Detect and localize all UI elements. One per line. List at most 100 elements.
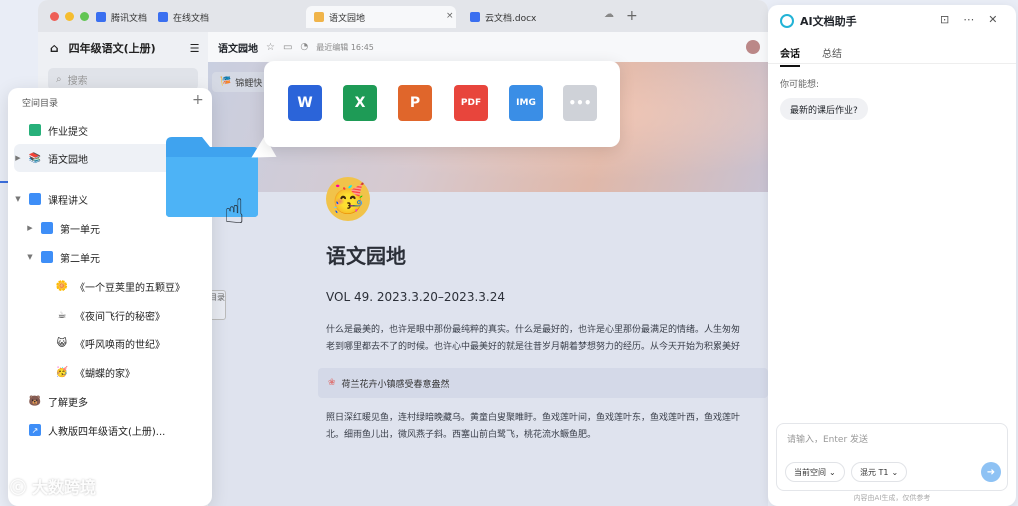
ai-input-box[interactable]: 请输入，Enter 发送 当前空间 ⌄ 混元 T1 ⌄ ➜	[776, 423, 1008, 491]
tab-label: 云文档.docx	[485, 13, 537, 24]
dir-item-label: 《一个豆荚里的五颗豆》	[75, 282, 185, 294]
directory-header: 空间目录	[22, 99, 59, 109]
dir-item-lesson-3[interactable]: 😺 《呼风唤雨的世纪》	[56, 329, 206, 357]
model-select[interactable]: 混元 T1 ⌄	[851, 462, 908, 482]
dir-item-lesson-2[interactable]: ☕ 《夜间飞行的秘密》	[56, 301, 206, 329]
flower-icon: ❀	[328, 378, 336, 388]
dir-item-lesson-1[interactable]: 🌼 《一个豆荚里的五颗豆》	[56, 272, 206, 300]
ai-header: AI文档助手	[780, 13, 857, 29]
link-icon: ↗	[29, 424, 41, 436]
new-chat-icon[interactable]: ⊡	[940, 13, 949, 26]
image-label: IMG	[516, 98, 536, 108]
tab-online-docs[interactable]: 在线文档	[150, 6, 217, 28]
star-icon[interactable]: ☆	[266, 42, 275, 53]
more-icon[interactable]: •••	[563, 85, 597, 121]
dir-item-label: 人教版四年级语文(上册)...	[48, 426, 166, 438]
caret-down-icon[interactable]: ▼	[26, 253, 34, 261]
doc-emoji-icon	[314, 12, 324, 22]
suggestion-hint: 你可能想:	[780, 80, 820, 90]
callout-block: ❀ 荷兰花卉小镇感受春意盎然	[318, 368, 768, 398]
powerpoint-icon[interactable]: P	[398, 85, 432, 121]
excel-icon[interactable]: X	[343, 85, 377, 121]
folder-icon	[41, 222, 53, 234]
add-item-button[interactable]: +	[192, 92, 204, 108]
caret-right-icon[interactable]: ▶	[14, 154, 22, 162]
home-icon[interactable]: ⌂	[50, 41, 59, 55]
space-header: ⌂ 四年级语文(上册) ☰	[50, 40, 200, 56]
face-emoji-icon: 😺	[56, 337, 68, 349]
close-window-button[interactable]	[50, 12, 59, 21]
chevron-down-icon: ⌄	[891, 467, 899, 477]
caret-right-icon[interactable]: ▶	[26, 224, 34, 232]
tab-tencent-docs[interactable]: 腾讯文档	[88, 6, 155, 28]
bear-emoji-icon: 🐻	[28, 395, 42, 407]
collaborator-avatar[interactable]	[746, 40, 760, 54]
hero-tab-label: 锦鲤快	[235, 78, 263, 89]
koi-emoji-icon: 🎏	[220, 77, 232, 87]
watermark-logo-icon: ⓒ	[10, 478, 27, 497]
search-placeholder: 搜索	[67, 75, 88, 87]
dir-item-textbook-link[interactable]: ↗ 人教版四年级语文(上册)...	[14, 416, 206, 444]
folder-outline-icon[interactable]: ▭	[283, 42, 292, 53]
word-icon[interactable]: W	[288, 85, 322, 121]
paragraph: 北。细雨鱼儿出，微风燕子斜。西塞山前白鹭飞，桃花流水鳜鱼肥。	[326, 430, 597, 440]
tencent-docs-icon	[96, 12, 106, 22]
pdf-icon[interactable]: PDF	[454, 85, 488, 121]
more-label: •••	[568, 96, 592, 110]
dir-item-label: 语文园地	[48, 154, 88, 166]
new-tab-button[interactable]: +	[626, 8, 638, 24]
dir-item-lesson-4[interactable]: 🥳 《蝴蝶的家》	[56, 358, 206, 386]
outline-toggle-icon[interactable]: ☰	[190, 42, 200, 55]
tab-yuwen-yuandi[interactable]: 语文园地	[306, 6, 456, 28]
word-label: W	[297, 95, 313, 111]
more-options-icon[interactable]: ⋯	[963, 13, 974, 26]
ai-disclaimer: 内容由AI生成，仅供参考	[853, 494, 931, 502]
cup-emoji-icon: ☕	[57, 309, 67, 321]
doc-header: 语文园地 ☆ ▭ ◔ 最近编辑 16:45	[208, 32, 768, 62]
dir-item-label: 课程讲义	[48, 195, 88, 207]
tab-cloud-doc[interactable]: 云文档.docx	[462, 6, 642, 28]
paragraph: 什么是最美的，也许是眼中那份最纯粹的真实。什么是最好的，也许是心里那份最满足的情…	[326, 325, 741, 335]
window-controls	[50, 12, 89, 21]
ai-logo-icon	[780, 14, 794, 28]
image-icon[interactable]: IMG	[509, 85, 543, 121]
scope-select[interactable]: 当前空间 ⌄	[785, 462, 845, 482]
pdf-label: PDF	[460, 98, 482, 108]
doc-emoji-icon: 📚	[28, 152, 42, 164]
suggestion-chip[interactable]: 最新的课后作业?	[780, 98, 868, 120]
dir-item-unit-2[interactable]: ▼ 第二单元	[26, 243, 206, 271]
caret-down-icon[interactable]: ▼	[14, 195, 22, 203]
cloud-icon: ☁	[604, 9, 614, 20]
search-input[interactable]: ⌕ 搜索	[48, 68, 198, 90]
party-face-icon: 🥳	[326, 177, 370, 221]
folder-icon	[29, 193, 41, 205]
breadcrumb[interactable]: 语文园地	[218, 40, 258, 55]
minimize-window-button[interactable]	[65, 12, 74, 21]
close-tab-icon[interactable]: ×	[446, 11, 454, 21]
doc-subtitle: VOL 49. 2023.3.20–2023.3.24	[326, 290, 505, 304]
ai-header-actions: ⊡ ⋯ ✕	[940, 13, 997, 26]
page-title: 语文园地	[326, 244, 406, 268]
last-edit-time: 最近编辑 16:45	[316, 42, 374, 52]
sheet-icon	[29, 124, 41, 136]
send-button[interactable]: ➜	[981, 462, 1001, 482]
paragraph: 老到哪里都去不了的时候。也许心中最美好的就是往昔岁月朝着梦想努力的经历。从今天开…	[326, 342, 741, 352]
watermark: ⓒ 大数跨境	[10, 474, 96, 498]
divider	[768, 63, 1016, 64]
clock-icon: ◔	[300, 42, 309, 52]
sun-emoji-icon: 🌼	[55, 280, 69, 292]
hero-tab[interactable]: 🎏 锦鲤快	[212, 72, 271, 92]
watermark-text: 大数跨境	[32, 478, 97, 497]
model-value: 混元 T1	[860, 467, 889, 477]
paragraph: 照日深红暖见鱼，连村绿暗晚藏乌。黄童白叟聚睢盱。鱼戏莲叶间，鱼戏莲叶东，鱼戏莲叶…	[326, 413, 741, 423]
close-icon[interactable]: ✕	[988, 13, 997, 26]
ai-assistant-panel: AI文档助手 ⊡ ⋯ ✕ 会话 总结 你可能想: 最新的课后作业? 请输入，En…	[768, 5, 1016, 506]
dir-item-label: 作业提交	[48, 126, 88, 138]
word-file-icon	[470, 12, 480, 22]
scope-value: 当前空间	[794, 467, 826, 477]
dir-item-label: 《夜间飞行的秘密》	[75, 311, 165, 323]
search-icon: ⌕	[56, 73, 62, 85]
dir-item-learn-more[interactable]: 🐻 了解更多	[14, 387, 206, 415]
file-type-picker: W X P PDF IMG •••	[264, 61, 620, 147]
party-emoji-icon: 🥳	[55, 366, 69, 378]
